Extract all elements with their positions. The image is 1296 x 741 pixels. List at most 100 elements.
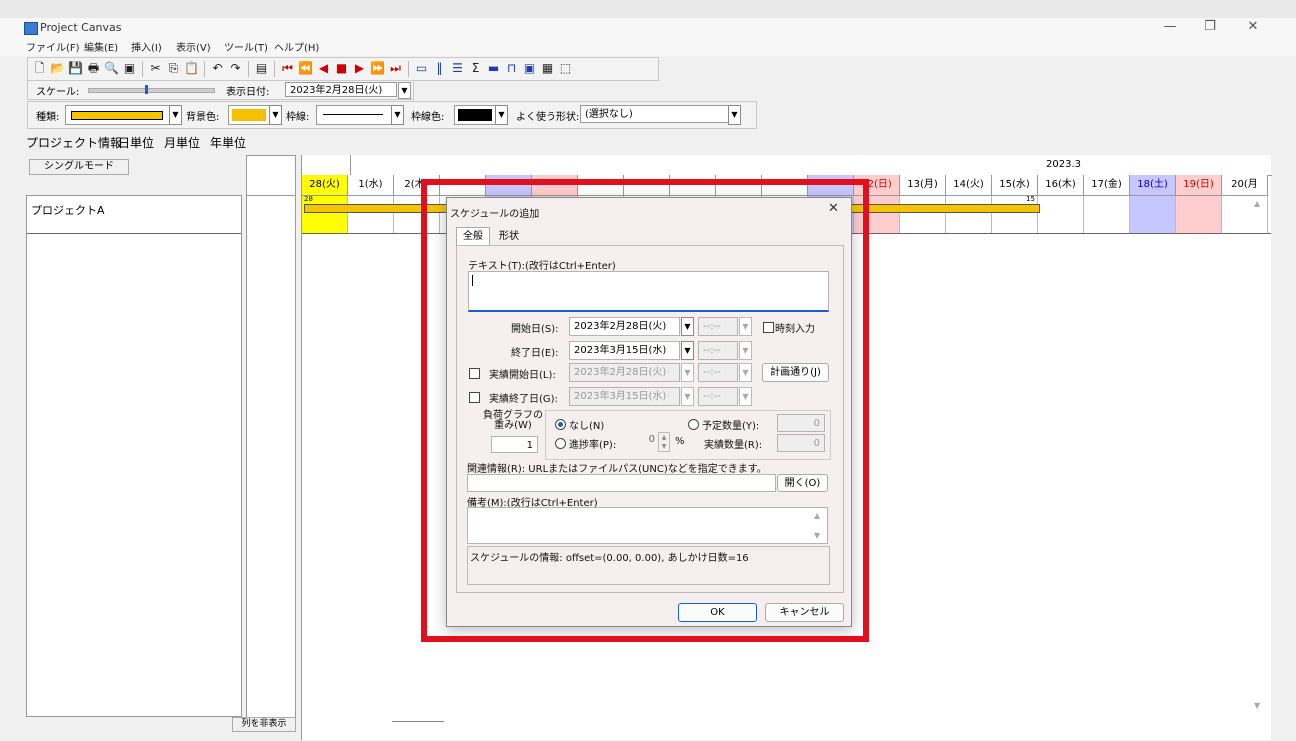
hide-columns-button[interactable]: 列を非表示 xyxy=(232,717,296,732)
tab-project-info[interactable]: プロジェクト情報 xyxy=(26,134,122,151)
bar-start-label: 28 xyxy=(304,195,313,203)
day-header[interactable]: 16(木) xyxy=(1038,175,1084,196)
day-header[interactable]: 13(月) xyxy=(900,175,946,196)
menu-help[interactable]: ヘルプ(H) xyxy=(274,39,319,54)
save-icon[interactable]: 💾 xyxy=(68,61,83,76)
scroll-up-icon[interactable]: ▲ xyxy=(1254,199,1260,208)
month-label: 2023.3 xyxy=(1046,159,1081,170)
project-list-panel: プロジェクトA xyxy=(26,195,242,717)
type-label: 種類: xyxy=(36,112,60,123)
scale-slider[interactable] xyxy=(88,85,215,94)
day-column-cell xyxy=(900,196,946,233)
line-color-field[interactable] xyxy=(454,105,496,125)
day-header[interactable]: 28(火) xyxy=(302,175,348,196)
day-column-cell xyxy=(1222,196,1268,233)
last-icon[interactable]: ⏭ xyxy=(388,61,403,76)
day-column-cell xyxy=(1038,196,1084,233)
display-date-field[interactable]: 2023年2月28日(火) xyxy=(285,82,397,97)
app-title: Project Canvas xyxy=(40,21,122,34)
menu-insert[interactable]: 挿入(I) xyxy=(131,39,162,54)
day-column-cell xyxy=(348,196,394,233)
bar-icon[interactable]: ▬ xyxy=(486,61,501,76)
day-column-cell xyxy=(1084,196,1130,233)
bar-end-label: 15 xyxy=(1026,195,1035,203)
day-header[interactable]: 20(月 xyxy=(1222,175,1268,196)
bg-color-dropdown-icon[interactable]: ▼ xyxy=(269,105,282,125)
day-header[interactable]: 19(日) xyxy=(1176,175,1222,196)
shape-dropdown-icon[interactable]: ▼ xyxy=(728,105,741,125)
shape-toolbar: 種類: ▼ 背景色: ▼ 枠線: ▼ 枠線色: ▼ よく使う形状: (選択なし)… xyxy=(27,101,757,129)
line-color-dropdown-icon[interactable]: ▼ xyxy=(495,105,508,125)
columns-icon[interactable]: ‖ xyxy=(432,61,447,76)
close-window-icon[interactable]: ✕ xyxy=(1243,19,1263,34)
scroll-down-icon[interactable]: ▼ xyxy=(1254,701,1260,710)
day-column-cell xyxy=(1130,196,1176,233)
day-header[interactable]: 18(土) xyxy=(1130,175,1176,196)
table-icon[interactable]: ▦ xyxy=(540,61,555,76)
type-field[interactable] xyxy=(65,105,170,125)
tab-yearly[interactable]: 年単位 xyxy=(210,134,246,151)
menu-file[interactable]: ファイル(F) xyxy=(26,39,80,54)
frequent-shape-field[interactable]: (選択なし) xyxy=(580,105,740,123)
menu-view[interactable]: 表示(V) xyxy=(176,39,211,54)
text-box-icon[interactable]: ▭ xyxy=(414,61,429,76)
restore-icon[interactable]: ❐ xyxy=(1200,19,1220,34)
menu-edit[interactable]: 編集(E) xyxy=(84,39,118,54)
bg-color-label: 背景色: xyxy=(186,112,220,123)
copy-icon[interactable]: ⎘ xyxy=(166,61,181,76)
title-bar xyxy=(0,18,1296,38)
line-dropdown-icon[interactable]: ▼ xyxy=(391,105,404,125)
menu-tools[interactable]: ツール(T) xyxy=(224,39,268,54)
line-color-label: 枠線色: xyxy=(411,112,445,123)
single-mode-button[interactable]: シングルモード xyxy=(29,159,129,175)
stop-icon[interactable]: ■ xyxy=(334,61,349,76)
minimize-icon[interactable]: — xyxy=(1160,19,1180,34)
rewind-icon[interactable]: ⏪ xyxy=(298,61,313,76)
tab-monthly[interactable]: 月単位 xyxy=(164,134,200,151)
sum-icon[interactable]: Σ xyxy=(468,61,483,76)
open-folder-icon[interactable]: 📂 xyxy=(50,61,65,76)
scale-toolbar: スケール: 表示日付: 2023年2月28日(火) ▼ xyxy=(27,80,414,100)
align-icon[interactable]: ☰ xyxy=(450,61,465,76)
redo-icon[interactable]: ↷ xyxy=(228,61,243,76)
select-icon[interactable]: ⬚ xyxy=(558,61,573,76)
top-strip xyxy=(0,0,1296,18)
project-name[interactable]: プロジェクトA xyxy=(31,202,105,218)
main-toolbar: 🗋 📂 💾 🖶 🔍 ▣ ✂ ⎘ 📋 ↶ ↷ ▤ ⏮ ⏪ ◀ ■ ▶ ⏩ ⏭ ▭ … xyxy=(27,57,659,81)
day-header[interactable]: 14(火) xyxy=(946,175,992,196)
type-dropdown-icon[interactable]: ▼ xyxy=(169,105,182,125)
day-column-cell xyxy=(1176,196,1222,233)
properties-icon[interactable]: ▤ xyxy=(254,61,269,76)
day-column-cell xyxy=(946,196,992,233)
image-icon[interactable]: ▣ xyxy=(522,61,537,76)
fast-forward-icon[interactable]: ⏩ xyxy=(370,61,385,76)
print-icon[interactable]: 🖶 xyxy=(86,61,101,76)
prev-icon[interactable]: ◀ xyxy=(316,61,331,76)
date-dropdown-icon[interactable]: ▼ xyxy=(398,82,411,99)
paste-icon[interactable]: 📋 xyxy=(184,61,199,76)
bg-color-swatch xyxy=(232,109,266,121)
frequent-shape-label: よく使う形状: xyxy=(516,112,580,123)
scale-slider-thumb[interactable] xyxy=(145,85,148,94)
tab-daily[interactable]: 日単位 xyxy=(118,134,154,151)
highlight-frame xyxy=(421,179,869,642)
page-setup-icon[interactable]: ▣ xyxy=(122,61,137,76)
undo-icon[interactable]: ↶ xyxy=(210,61,225,76)
next-icon[interactable]: ▶ xyxy=(352,61,367,76)
line-style-field[interactable] xyxy=(316,105,392,125)
print-preview-icon[interactable]: 🔍 xyxy=(104,61,119,76)
first-icon[interactable]: ⏮ xyxy=(280,61,295,76)
milestone-icon[interactable]: ⊓ xyxy=(504,61,519,76)
h-scrollbar-thumb[interactable] xyxy=(392,721,444,722)
day-header[interactable]: 17(金) xyxy=(1084,175,1130,196)
column-divider-panel xyxy=(246,155,296,722)
day-header[interactable]: 15(水) xyxy=(992,175,1038,196)
type-bar-swatch xyxy=(71,111,163,120)
mode-panel: シングルモード xyxy=(26,155,240,193)
bg-color-field[interactable] xyxy=(228,105,270,125)
day-header[interactable]: 1(水) xyxy=(348,175,394,196)
new-file-icon[interactable]: 🗋 xyxy=(32,61,47,76)
line-sample xyxy=(323,114,383,115)
app-icon xyxy=(24,22,38,35)
cut-icon[interactable]: ✂ xyxy=(148,61,163,76)
